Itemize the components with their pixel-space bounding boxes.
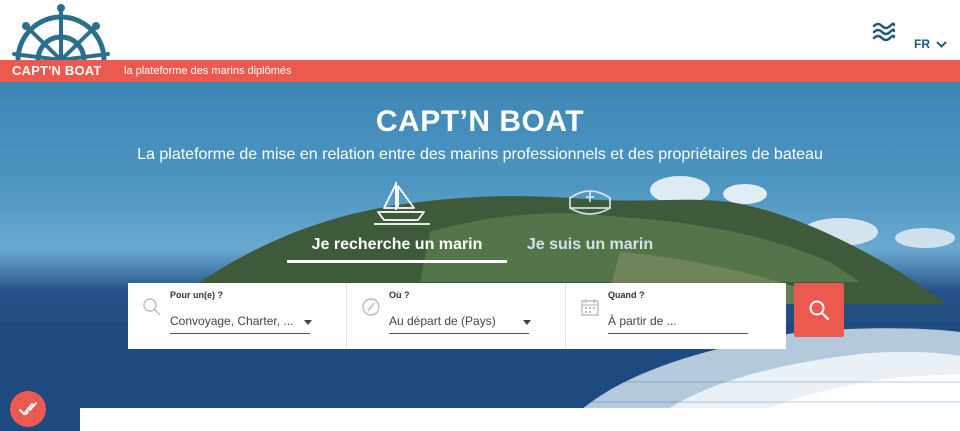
sailboat-icon [374, 182, 430, 225]
double-check-icon [19, 402, 37, 416]
captain-hat-icon [569, 190, 611, 215]
field-pour-un: Pour un(e) ? Convoyage, Charter, ... [128, 283, 347, 349]
field-label: Pour un(e) ? [170, 290, 223, 300]
chevron-down-icon [936, 40, 947, 48]
departure-country-select[interactable]: Au départ de (Pays) [389, 314, 529, 334]
hero-subtitle: La plateforme de mise en relation entre … [137, 146, 823, 163]
search-icon [143, 298, 161, 316]
language-label: FR [914, 37, 930, 51]
tab-je-suis-un-marin[interactable]: Je suis un marin [510, 236, 670, 254]
calendar-icon [581, 299, 599, 316]
logo-text[interactable]: CAPT'N BOAT [12, 63, 102, 78]
field-quand: Quand ? À partir de ... [566, 283, 785, 349]
hero-title: CAPT’N BOAT [375, 105, 585, 138]
search-icon [809, 300, 829, 320]
field-ou: Où ? Au départ de (Pays) [347, 283, 566, 349]
mission-type-select[interactable]: Convoyage, Charter, ... [170, 314, 310, 334]
ship-wheel-logo-icon[interactable] [10, 4, 112, 64]
language-selector[interactable]: FR [914, 37, 947, 51]
waves-menu-icon[interactable] [872, 21, 896, 43]
active-tab-indicator [287, 260, 507, 263]
search-button[interactable] [794, 283, 844, 337]
cookie-consent-button[interactable] [10, 391, 46, 427]
field-label: Quand ? [608, 290, 645, 300]
compass-icon [362, 298, 380, 316]
dropdown-caret-icon [304, 320, 312, 325]
dropdown-caret-icon [523, 320, 531, 325]
content-card [80, 408, 880, 431]
tagline: la plateforme des marins diplômés [124, 65, 292, 77]
date-input[interactable]: À partir de ... [608, 314, 748, 334]
search-form: Pour un(e) ? Convoyage, Charter, ... Où … [128, 283, 786, 349]
site-header [0, 0, 960, 60]
tab-je-recherche-un-marin[interactable]: Je recherche un marin [287, 236, 507, 254]
field-label: Où ? [389, 290, 410, 300]
